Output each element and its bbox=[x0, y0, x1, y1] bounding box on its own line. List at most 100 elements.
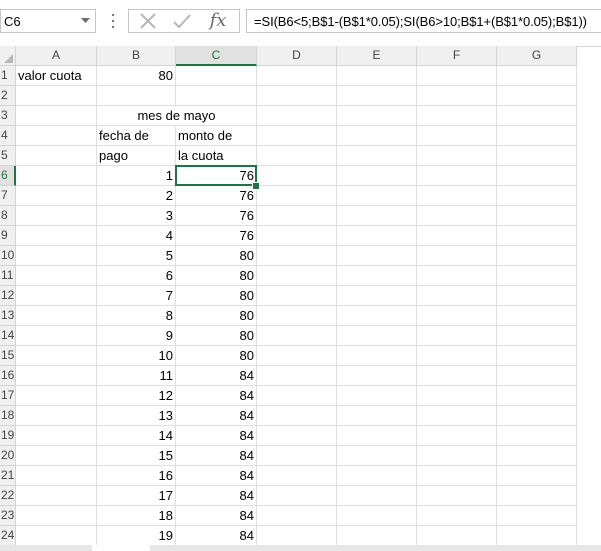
cell-b21[interactable]: 16 bbox=[97, 466, 176, 486]
cell-d21[interactable] bbox=[257, 466, 337, 486]
cell-a23[interactable] bbox=[16, 506, 97, 526]
cell-g24[interactable] bbox=[497, 526, 577, 546]
cell-e12[interactable] bbox=[337, 286, 417, 306]
cell-g17[interactable] bbox=[497, 386, 577, 406]
cell-g4[interactable] bbox=[497, 126, 577, 146]
row-header-18[interactable]: 18 bbox=[0, 406, 16, 426]
cell-c24[interactable]: 84 bbox=[176, 526, 257, 546]
cell-b16[interactable]: 11 bbox=[97, 366, 176, 386]
cell-b12[interactable]: 7 bbox=[97, 286, 176, 306]
row-header-17[interactable]: 17 bbox=[0, 386, 16, 406]
row-header-21[interactable]: 21 bbox=[0, 466, 16, 486]
cell-e18[interactable] bbox=[337, 406, 417, 426]
cell-a21[interactable] bbox=[16, 466, 97, 486]
cell-e15[interactable] bbox=[337, 346, 417, 366]
cell-a5[interactable] bbox=[16, 146, 97, 166]
cell-d16[interactable] bbox=[257, 366, 337, 386]
cell-f8[interactable] bbox=[417, 206, 497, 226]
cell-g20[interactable] bbox=[497, 446, 577, 466]
cell-f24[interactable] bbox=[417, 526, 497, 546]
cell-b13[interactable]: 8 bbox=[97, 306, 176, 326]
cell-c17[interactable]: 84 bbox=[176, 386, 257, 406]
cell-g11[interactable] bbox=[497, 266, 577, 286]
cell-b22[interactable]: 17 bbox=[97, 486, 176, 506]
cell-b23[interactable]: 18 bbox=[97, 506, 176, 526]
cell-c22[interactable]: 84 bbox=[176, 486, 257, 506]
cell-c6[interactable]: 76 bbox=[176, 166, 257, 186]
cell-a12[interactable] bbox=[16, 286, 97, 306]
cell-d6[interactable] bbox=[257, 166, 337, 186]
column-header-b[interactable]: B bbox=[97, 46, 176, 66]
cell-g10[interactable] bbox=[497, 246, 577, 266]
row-header-4[interactable]: 4 bbox=[0, 126, 16, 146]
formula-bar-resize-handle[interactable] bbox=[108, 12, 118, 30]
row-header-22[interactable]: 22 bbox=[0, 486, 16, 506]
cell-d20[interactable] bbox=[257, 446, 337, 466]
cell-c13[interactable]: 80 bbox=[176, 306, 257, 326]
cell-e3[interactable] bbox=[337, 106, 417, 126]
row-header-15[interactable]: 15 bbox=[0, 346, 16, 366]
cell-b14[interactable]: 9 bbox=[97, 326, 176, 346]
cell-e4[interactable] bbox=[337, 126, 417, 146]
row-header-9[interactable]: 9 bbox=[0, 226, 16, 246]
cell-e9[interactable] bbox=[337, 226, 417, 246]
cell-b1[interactable]: 80 bbox=[97, 66, 176, 86]
cell-g13[interactable] bbox=[497, 306, 577, 326]
cell-f14[interactable] bbox=[417, 326, 497, 346]
cell-b20[interactable]: 15 bbox=[97, 446, 176, 466]
cell-f16[interactable] bbox=[417, 366, 497, 386]
row-header-6[interactable]: 6 bbox=[0, 166, 16, 186]
cell-a19[interactable] bbox=[16, 426, 97, 446]
row-header-14[interactable]: 14 bbox=[0, 326, 16, 346]
cell-g8[interactable] bbox=[497, 206, 577, 226]
cell-c2[interactable] bbox=[176, 86, 257, 106]
row-header-20[interactable]: 20 bbox=[0, 446, 16, 466]
cell-a24[interactable] bbox=[16, 526, 97, 546]
cell-c19[interactable]: 84 bbox=[176, 426, 257, 446]
cell-c5[interactable]: la cuota bbox=[176, 146, 257, 166]
cell-g3[interactable] bbox=[497, 106, 577, 126]
name-box[interactable]: C6 bbox=[0, 9, 96, 33]
cell-f13[interactable] bbox=[417, 306, 497, 326]
cell-g5[interactable] bbox=[497, 146, 577, 166]
cell-a20[interactable] bbox=[16, 446, 97, 466]
cell-e2[interactable] bbox=[337, 86, 417, 106]
cell-e1[interactable] bbox=[337, 66, 417, 86]
cell-d1[interactable] bbox=[257, 66, 337, 86]
cell-g1[interactable] bbox=[497, 66, 577, 86]
cell-g23[interactable] bbox=[497, 506, 577, 526]
cell-d5[interactable] bbox=[257, 146, 337, 166]
cell-c18[interactable]: 84 bbox=[176, 406, 257, 426]
cell-d17[interactable] bbox=[257, 386, 337, 406]
cell-d19[interactable] bbox=[257, 426, 337, 446]
cell-c12[interactable]: 80 bbox=[176, 286, 257, 306]
cell-c21[interactable]: 84 bbox=[176, 466, 257, 486]
cell-f6[interactable] bbox=[417, 166, 497, 186]
cell-d4[interactable] bbox=[257, 126, 337, 146]
cell-e6[interactable] bbox=[337, 166, 417, 186]
cell-a16[interactable] bbox=[16, 366, 97, 386]
cell-a4[interactable] bbox=[16, 126, 97, 146]
cell-e23[interactable] bbox=[337, 506, 417, 526]
cell-d10[interactable] bbox=[257, 246, 337, 266]
cell-g18[interactable] bbox=[497, 406, 577, 426]
cell-a1[interactable]: valor cuota bbox=[16, 66, 97, 86]
cell-a2[interactable] bbox=[16, 86, 97, 106]
cell-e17[interactable] bbox=[337, 386, 417, 406]
cell-a10[interactable] bbox=[16, 246, 97, 266]
cell-e16[interactable] bbox=[337, 366, 417, 386]
cell-d7[interactable] bbox=[257, 186, 337, 206]
cell-d2[interactable] bbox=[257, 86, 337, 106]
cell-a22[interactable] bbox=[16, 486, 97, 506]
checkmark-icon[interactable] bbox=[167, 10, 197, 32]
cell-c11[interactable]: 80 bbox=[176, 266, 257, 286]
cell-a17[interactable] bbox=[16, 386, 97, 406]
cell-c14[interactable]: 80 bbox=[176, 326, 257, 346]
cell-g16[interactable] bbox=[497, 366, 577, 386]
row-header-5[interactable]: 5 bbox=[0, 146, 16, 166]
cell-d3[interactable] bbox=[257, 106, 337, 126]
cell-b8[interactable]: 3 bbox=[97, 206, 176, 226]
cell-b9[interactable]: 4 bbox=[97, 226, 176, 246]
cell-f10[interactable] bbox=[417, 246, 497, 266]
cell-b4[interactable]: fecha de bbox=[97, 126, 176, 146]
